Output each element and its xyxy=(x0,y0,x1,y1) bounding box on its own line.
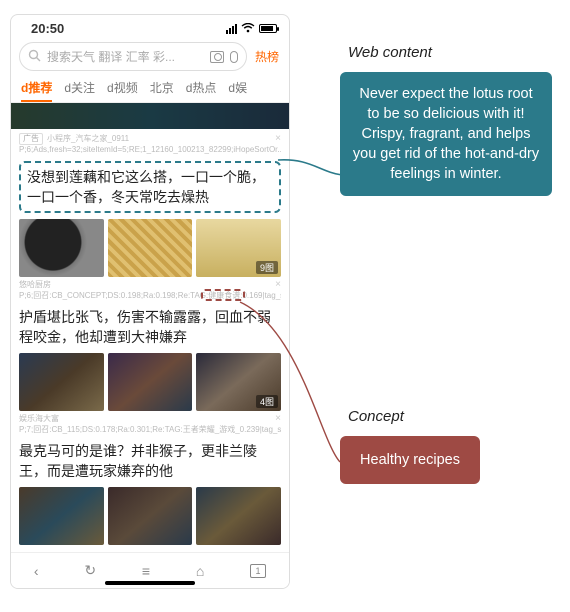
web-content-callout: Never expect the lotus root to be so del… xyxy=(340,72,552,196)
post1-title[interactable]: 没想到莲藕和它这么搭，一口一个脆，一口一个香，冬天常吃去燥热 xyxy=(19,161,281,213)
tab-follow[interactable]: d关注 xyxy=(64,79,95,96)
concept-label: Concept xyxy=(348,408,404,425)
close-icon[interactable]: × xyxy=(275,280,281,290)
pic-count-badge: 9图 xyxy=(256,261,278,274)
post3-thumb-2[interactable] xyxy=(108,487,193,545)
post2-thumb-1[interactable] xyxy=(19,353,104,411)
ad-source: 小程序_汽车之家_0911 xyxy=(47,134,129,144)
close-icon[interactable]: × xyxy=(275,134,281,144)
post3-thumb-3[interactable] xyxy=(196,487,281,545)
battery-icon xyxy=(259,24,277,33)
camera-icon[interactable] xyxy=(210,51,224,63)
post2-thumb-2[interactable] xyxy=(108,353,193,411)
promo-banner[interactable] xyxy=(11,103,289,129)
post2-thumbs[interactable]: 4图 xyxy=(19,353,281,411)
post2-source: 娱乐海大富 xyxy=(19,414,59,424)
post1-debug: P;6;回召:CB_CONCEPT;DS:0.198;Ra:0.198;Re:T… xyxy=(19,290,281,301)
feed: 广告 小程序_汽车之家_0911 × P;6;Ads,fresh=32;site… xyxy=(11,103,289,545)
ad-meta: 广告 小程序_汽车之家_0911 × xyxy=(19,133,281,145)
search-placeholder: 搜索天气 翻译 汇率 彩... xyxy=(47,48,204,65)
web-content-label: Web content xyxy=(348,44,432,61)
post2-thumb-3[interactable]: 4图 xyxy=(196,353,281,411)
post3-thumbs[interactable] xyxy=(19,487,281,545)
ad-debug: P;6;Ads,fresh=32;siteItemId=5;RE;1_12160… xyxy=(19,145,281,155)
status-icons xyxy=(226,22,277,36)
hot-ranking-link[interactable]: 热榜 xyxy=(253,48,281,65)
search-row: 搜索天气 翻译 汇率 彩... 热榜 xyxy=(11,38,289,75)
post1-thumb-2[interactable] xyxy=(108,219,193,277)
nav-refresh-icon[interactable]: ↻ xyxy=(84,562,96,579)
concept-highlight-box xyxy=(201,289,245,301)
post1-source: 悠哈厨房 xyxy=(19,280,51,290)
nav-menu-icon[interactable]: ≡ xyxy=(142,563,150,579)
search-input[interactable]: 搜索天气 翻译 汇率 彩... xyxy=(19,42,247,71)
tab-ent[interactable]: d娱 xyxy=(228,79,247,96)
search-icon xyxy=(28,49,41,65)
signal-icon xyxy=(226,24,237,34)
home-indicator xyxy=(105,581,195,585)
nav-back-icon[interactable]: ‹ xyxy=(34,563,39,579)
post2-debug: P;7;回召:CB_115;DS:0.178;Ra:0.301;Re:TAG:王… xyxy=(19,424,281,435)
post2-source-row: 娱乐海大富 × xyxy=(19,414,281,424)
post1-thumb-3[interactable]: 9图 xyxy=(196,219,281,277)
wifi-icon xyxy=(241,22,255,36)
post2-title[interactable]: 护盾堪比张飞，伤害不输露露，回血不弱程咬金，他却遭到大神嫌弃 xyxy=(19,307,281,347)
post1-thumbs[interactable]: 9图 xyxy=(19,219,281,277)
phone-screenshot: 20:50 搜索天气 翻译 汇率 彩... 热榜 d推荐 d关注 d视频 北京 … xyxy=(10,14,290,589)
nav-tabs-icon[interactable]: 1 xyxy=(250,564,266,578)
category-tabs: d推荐 d关注 d视频 北京 d热点 d娱 xyxy=(11,75,289,103)
post3-title[interactable]: 最克马可的是谁？并非猴子，更非兰陵王，而是遭玩家嫌弃的他 xyxy=(19,441,281,481)
tab-beijing[interactable]: 北京 xyxy=(150,79,174,96)
concept-callout: Healthy recipes xyxy=(340,436,480,484)
nav-home-icon[interactable]: ⌂ xyxy=(196,563,204,579)
close-icon[interactable]: × xyxy=(275,414,281,424)
tab-hot[interactable]: d热点 xyxy=(186,79,217,96)
tab-recommend[interactable]: d推荐 xyxy=(21,79,52,96)
tab-video[interactable]: d视频 xyxy=(107,79,138,96)
post1-thumb-1[interactable] xyxy=(19,219,104,277)
pic-count-badge: 4图 xyxy=(256,395,278,408)
ad-badge: 广告 xyxy=(19,133,43,145)
status-time: 20:50 xyxy=(31,21,64,36)
mic-icon[interactable] xyxy=(230,51,238,63)
post3-thumb-1[interactable] xyxy=(19,487,104,545)
status-bar: 20:50 xyxy=(11,15,289,38)
